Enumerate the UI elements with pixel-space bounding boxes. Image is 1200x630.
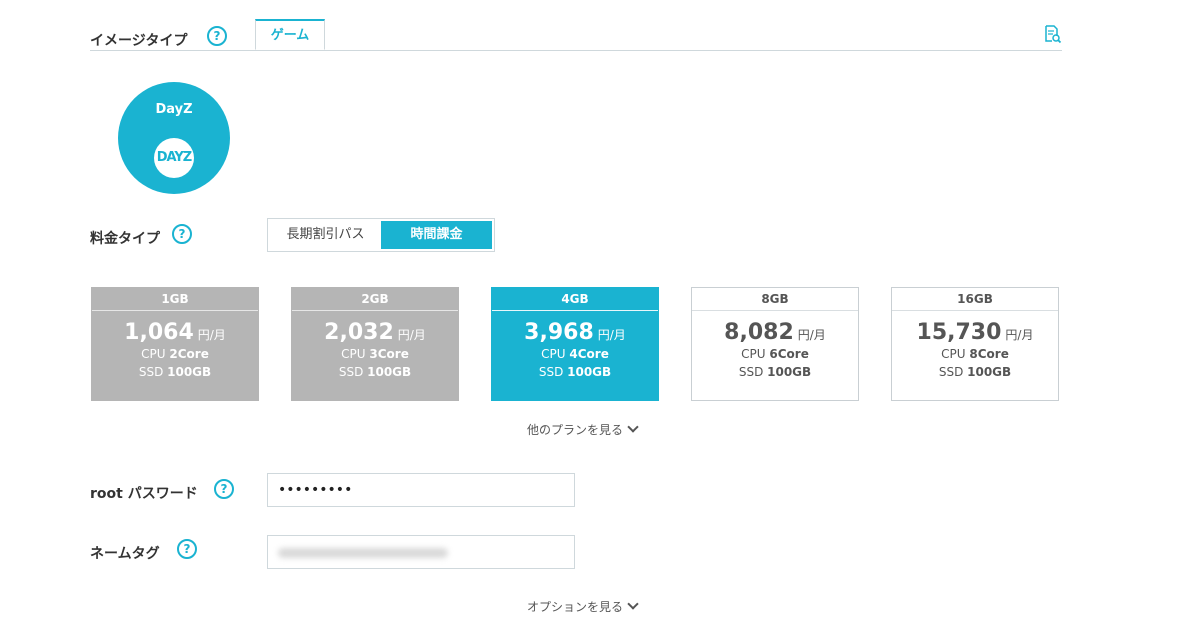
plan-card-16gb[interactable]: 16GB 15,730 円/月 CPU 8Core SSD 100GB bbox=[891, 287, 1059, 401]
plan-card-4gb[interactable]: 4GB 3,968 円/月 CPU 4Core SSD 100GB bbox=[491, 287, 659, 401]
image-type-help-icon[interactable]: ? bbox=[207, 26, 227, 46]
game-name: DayZ bbox=[155, 102, 193, 117]
plan-memory: 2GB bbox=[292, 288, 458, 311]
plan-memory: 1GB bbox=[92, 288, 258, 311]
plan-price: 3,968 円/月 bbox=[524, 320, 626, 345]
plan-cpu: CPU 2Core bbox=[141, 347, 209, 361]
name-tag-label: ネームタグ bbox=[90, 546, 160, 562]
plan-price: 8,082 円/月 bbox=[724, 320, 826, 345]
name-tag-help-icon[interactable]: ? bbox=[177, 539, 197, 559]
plan-cpu: CPU 4Core bbox=[541, 347, 609, 361]
plan-price: 1,064 円/月 bbox=[124, 320, 226, 345]
pricing-option-hourly[interactable]: 時間課金 bbox=[381, 221, 492, 249]
tab-game[interactable]: ゲーム bbox=[255, 19, 325, 50]
plan-cpu: CPU 6Core bbox=[741, 347, 809, 361]
plan-cpu: CPU 8Core bbox=[941, 347, 1009, 361]
pricing-type-toggle: 長期割引パス 時間課金 bbox=[267, 218, 495, 252]
image-type-label: イメージタイプ bbox=[90, 33, 188, 49]
more-plans-link[interactable]: 他のプランを見る bbox=[527, 421, 639, 438]
plan-ssd: SSD 100GB bbox=[938, 365, 1012, 379]
plan-card-2gb[interactable]: 2GB 2,032 円/月 CPU 3Core SSD 100GB bbox=[291, 287, 459, 401]
tab-divider bbox=[90, 50, 1062, 51]
plan-memory: 4GB bbox=[492, 288, 658, 311]
name-tag-input[interactable] bbox=[267, 535, 575, 569]
pricing-type-label: 料金タイプ bbox=[90, 231, 160, 247]
plan-ssd: SSD 100GB bbox=[538, 365, 612, 379]
pricing-type-help-icon[interactable]: ? bbox=[172, 224, 192, 244]
blurred-value bbox=[278, 548, 448, 558]
plan-ssd: SSD 100GB bbox=[338, 365, 412, 379]
more-options-link[interactable]: オプションを見る bbox=[527, 598, 639, 615]
plan-price: 2,032 円/月 bbox=[324, 320, 426, 345]
game-image-dayz[interactable]: DayZ DAYZ bbox=[118, 82, 230, 194]
plan-card-8gb[interactable]: 8GB 8,082 円/月 CPU 6Core SSD 100GB bbox=[691, 287, 859, 401]
plan-card-1gb[interactable]: 1GB 1,064 円/月 CPU 2Core SSD 100GB bbox=[91, 287, 259, 401]
plan-ssd: SSD 100GB bbox=[738, 365, 812, 379]
root-password-label: root パスワード bbox=[90, 486, 198, 502]
chevron-down-icon bbox=[627, 421, 639, 433]
root-password-help-icon[interactable]: ? bbox=[214, 479, 234, 499]
chevron-down-icon bbox=[627, 598, 639, 610]
pricing-option-long-term[interactable]: 長期割引パス bbox=[270, 221, 381, 249]
plan-cpu: CPU 3Core bbox=[341, 347, 409, 361]
plan-memory: 8GB bbox=[692, 288, 858, 311]
plan-memory: 16GB bbox=[892, 288, 1058, 311]
plan-ssd: SSD 100GB bbox=[138, 365, 212, 379]
plan-price: 15,730 円/月 bbox=[916, 320, 1034, 345]
document-search-icon[interactable] bbox=[1042, 24, 1062, 44]
root-password-input[interactable]: ••••••••• bbox=[267, 473, 575, 507]
dayz-logo-icon: DAYZ bbox=[154, 138, 194, 178]
